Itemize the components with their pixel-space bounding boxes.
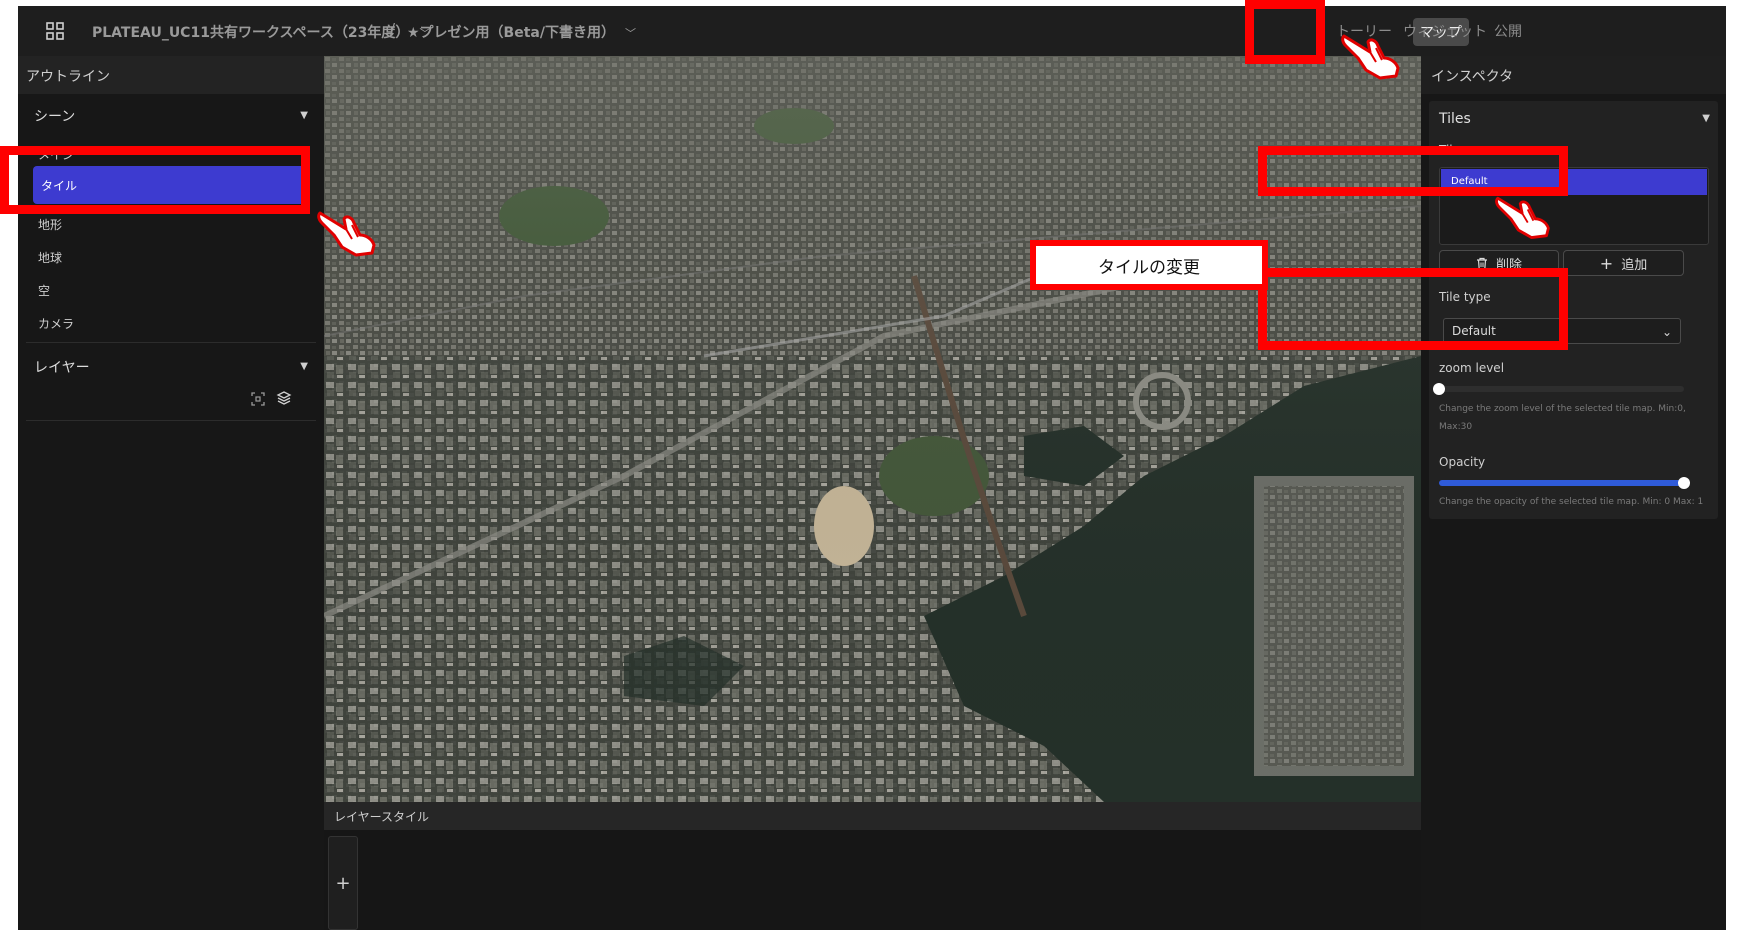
layer-label: レイヤー — [34, 360, 90, 376]
caret-down-icon[interactable]: ▼ — [1702, 113, 1710, 124]
chevron-down-icon: ⌄ — [1661, 325, 1672, 339]
caret-down-icon: ▼ — [300, 110, 308, 121]
zoom-level-description: Change the zoom level of the selected ti… — [1439, 404, 1686, 432]
scene-item-camera[interactable]: カメラ — [38, 315, 74, 332]
highlight-tiles-item — [0, 146, 310, 214]
divider — [26, 420, 316, 421]
plus-icon: + — [1599, 253, 1614, 273]
opacity-handle[interactable] — [1678, 477, 1690, 489]
caret-down-icon: ▼ — [300, 361, 308, 372]
highlight-tiles-list — [1258, 146, 1568, 196]
zoom-level-slider[interactable] — [1439, 386, 1684, 392]
opacity-label: Opacity — [1439, 455, 1486, 469]
breadcrumb-separator: / — [390, 20, 396, 38]
project-selector[interactable]: ★プレゼン用（Beta/下書き用） ﹀ — [407, 22, 636, 42]
add-layer-style-button[interactable]: + — [328, 836, 358, 930]
highlight-tile-type — [1258, 268, 1568, 350]
project-name: ★プレゼン用（Beta/下書き用） — [407, 25, 615, 41]
scene-item-sky[interactable]: 空 — [38, 282, 50, 299]
outline-title: アウトライン — [18, 56, 324, 94]
tab-publish[interactable]: 公開 — [1494, 21, 1522, 41]
scene-label: シーン — [34, 109, 76, 125]
add-label: 追加 — [1621, 257, 1648, 273]
layer-style-header: レイヤースタイル — [324, 802, 1421, 830]
map-viewport[interactable] — [324, 56, 1421, 802]
scene-item-globe[interactable]: 地球 — [38, 249, 62, 266]
layers-icon[interactable] — [276, 390, 292, 406]
scene-section-header[interactable]: シーン ▼ — [26, 106, 316, 126]
zoom-level-handle[interactable] — [1433, 383, 1445, 395]
scene-item-terrain[interactable]: 地形 — [38, 216, 62, 233]
pointing-hand-icon — [317, 211, 376, 257]
inspector-title: インスペクタ — [1421, 56, 1726, 94]
layer-section-header[interactable]: レイヤー ▼ — [26, 357, 316, 377]
add-tile-button[interactable]: + 追加 — [1563, 250, 1684, 276]
workspace-selector[interactable]: PLATEAU_UC11共有ワークスペース（23年度） ﹀ — [92, 22, 430, 42]
layer-style-panel: + — [324, 830, 1421, 930]
opacity-description: Change the opacity of the selected tile … — [1439, 497, 1704, 507]
highlight-map-tab — [1245, 0, 1325, 64]
pointing-hand-icon — [1341, 34, 1400, 80]
top-bar: PLATEAU_UC11共有ワークスペース（23年度） ﹀ / ★プレゼン用（Be… — [18, 6, 1726, 56]
fit-view-icon[interactable] — [250, 391, 266, 407]
zoom-level-label: zoom level — [1439, 361, 1505, 375]
aerial-city-imagery — [324, 56, 1421, 802]
tab-widget[interactable]: ウィジェット — [1403, 21, 1487, 41]
tiles-card-title: Tiles — [1439, 111, 1471, 127]
app-window: PLATEAU_UC11共有ワークスペース（23年度） ﹀ / ★プレゼン用（Be… — [18, 6, 1726, 930]
app-grid-icon[interactable] — [46, 22, 64, 40]
chevron-down-icon: ﹀ — [624, 27, 636, 40]
divider — [26, 342, 316, 343]
opacity-slider[interactable] — [1439, 480, 1684, 486]
workspace-name: PLATEAU_UC11共有ワークスペース（23年度） — [92, 25, 410, 41]
callout-change-tile: タイルの変更 — [1030, 240, 1268, 290]
pointing-hand-icon — [1495, 196, 1550, 239]
